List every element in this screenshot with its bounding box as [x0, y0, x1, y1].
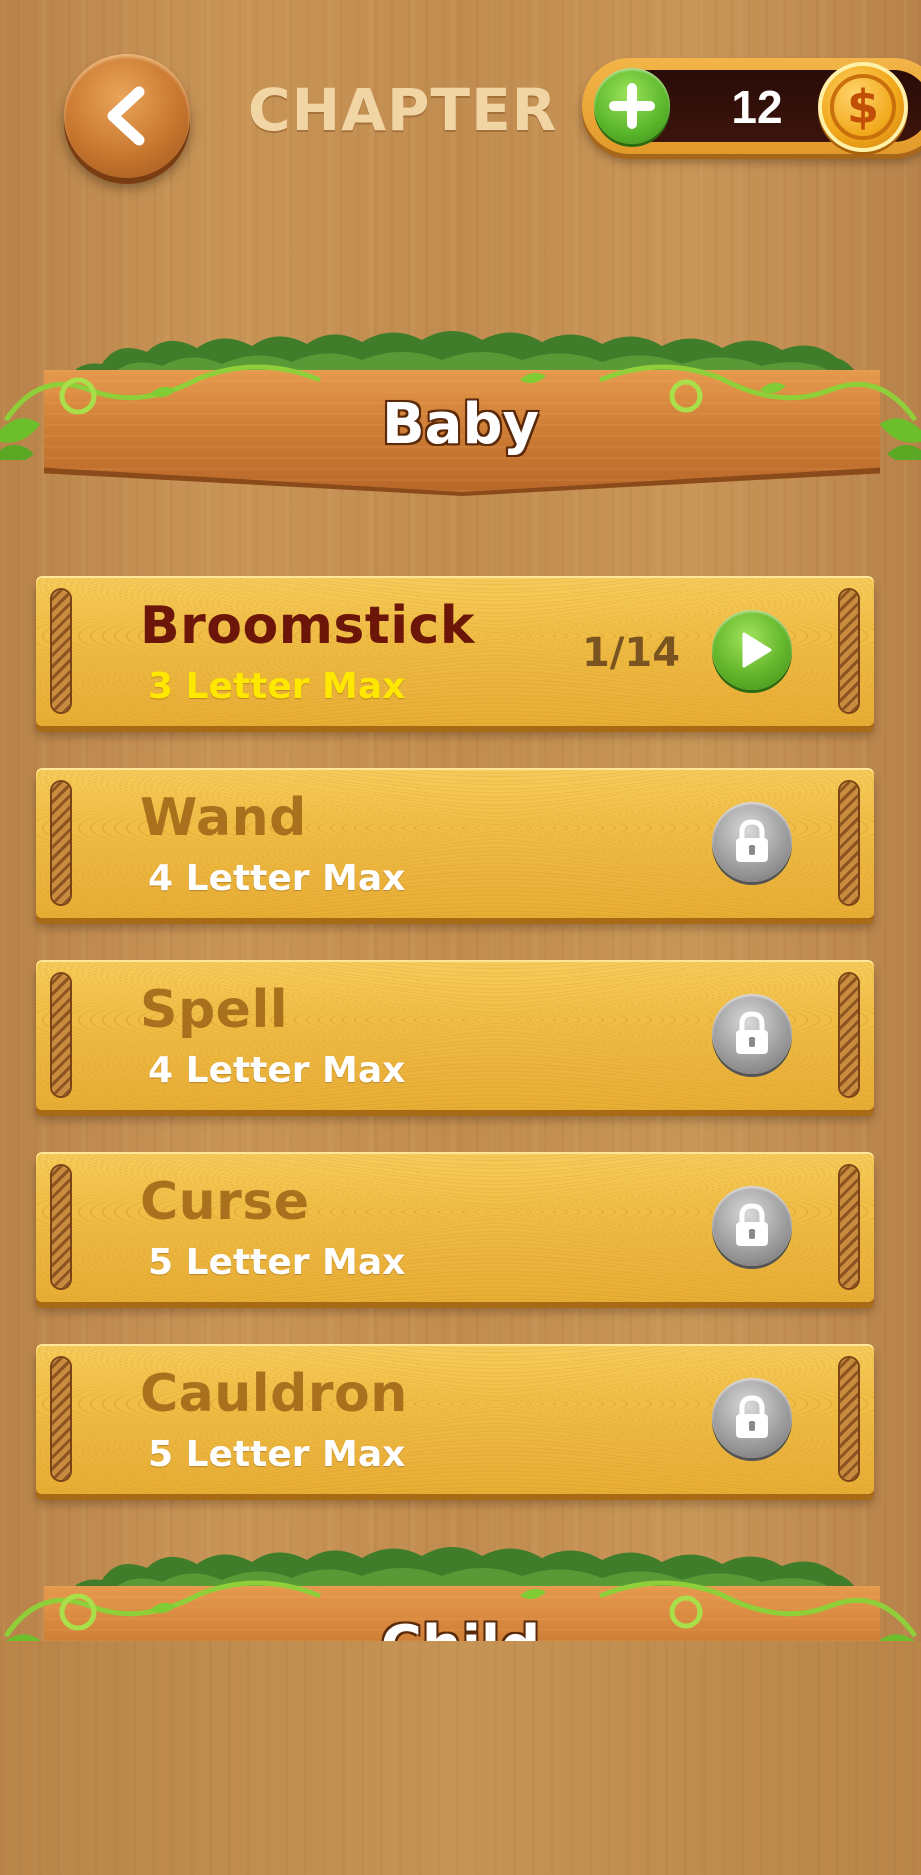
level-subtitle: 5 Letter Max	[148, 1242, 406, 1283]
level-card-curse[interactable]: Curse 5 Letter Max	[36, 1152, 874, 1302]
locked-button[interactable]	[712, 994, 792, 1074]
section-banner-baby: Baby	[0, 320, 921, 510]
level-card-cauldron[interactable]: Cauldron 5 Letter Max	[36, 1344, 874, 1494]
dollar-symbol: $	[830, 74, 896, 140]
level-select-screen: CHAPTER 12 $ Baby Broomstick 3 Letter Ma…	[0, 0, 921, 1641]
locked-button[interactable]	[712, 802, 792, 882]
rope-decoration	[52, 974, 70, 1096]
level-subtitle: 4 Letter Max	[148, 858, 406, 899]
section-title: Child	[0, 1614, 921, 1641]
lock-icon	[736, 1203, 768, 1246]
rope-decoration	[52, 590, 70, 712]
coin-balance-bar: 12 $	[582, 58, 921, 154]
page-title: CHAPTER	[248, 76, 558, 144]
level-card-spell[interactable]: Spell 4 Letter Max	[36, 960, 874, 1110]
level-name: Cauldron	[140, 1364, 408, 1424]
coin-count: 12	[731, 81, 783, 133]
section-title: Baby	[381, 392, 540, 457]
rope-decoration	[840, 590, 858, 712]
level-subtitle: 4 Letter Max	[148, 1050, 406, 1091]
plus-icon	[609, 83, 655, 129]
rope-decoration	[840, 1166, 858, 1288]
locked-button[interactable]	[712, 1186, 792, 1266]
rope-decoration	[840, 1358, 858, 1480]
rope-decoration	[840, 974, 858, 1096]
chevron-left-icon	[107, 86, 145, 146]
locked-button[interactable]	[712, 1378, 792, 1458]
rope-decoration	[52, 782, 70, 904]
lock-icon	[736, 1395, 768, 1438]
section-banner-child: Child	[0, 1536, 921, 1641]
rope-decoration	[52, 1358, 70, 1480]
level-name: Wand	[140, 788, 307, 848]
level-subtitle: 5 Letter Max	[148, 1434, 406, 1475]
level-progress: 1/14	[581, 630, 681, 676]
level-card-broomstick[interactable]: Broomstick 3 Letter Max 1/14	[36, 576, 874, 726]
rope-decoration	[52, 1166, 70, 1288]
play-button[interactable]	[712, 610, 792, 690]
level-card-wand[interactable]: Wand 4 Letter Max	[36, 768, 874, 918]
lock-icon	[736, 819, 768, 862]
add-coins-button[interactable]	[594, 68, 670, 144]
level-subtitle: 3 Letter Max	[148, 666, 406, 707]
rope-decoration	[840, 782, 858, 904]
level-name: Spell	[140, 980, 289, 1040]
lock-icon	[736, 1011, 768, 1054]
level-name: Broomstick	[140, 596, 475, 656]
dollar-coin-icon: $	[818, 62, 908, 152]
bottom-area	[0, 1641, 921, 1875]
level-name: Curse	[140, 1172, 310, 1232]
play-icon	[742, 632, 772, 668]
back-button[interactable]	[64, 54, 190, 178]
